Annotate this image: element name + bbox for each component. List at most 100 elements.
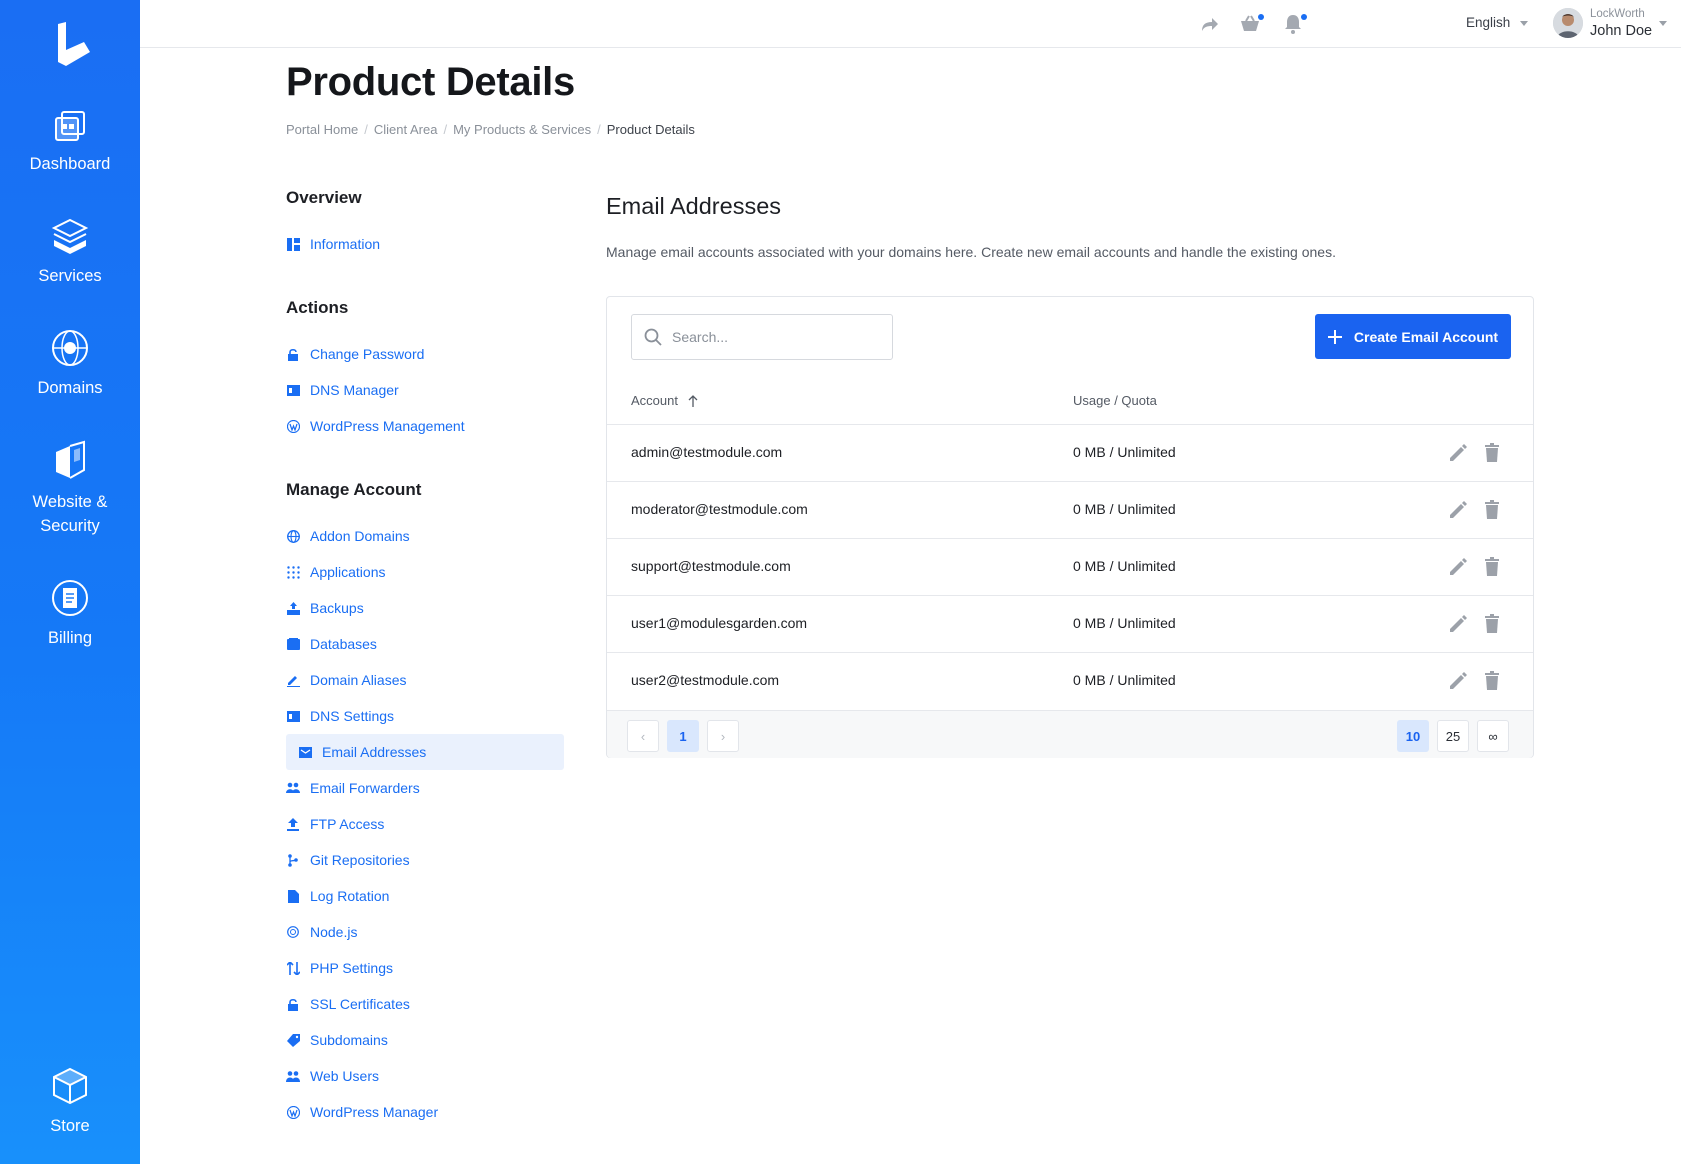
sidebar-item-php-settings[interactable]: PHP Settings <box>286 950 566 986</box>
services-icon <box>51 218 89 254</box>
sidebar-item-email-addresses[interactable]: Email Addresses <box>286 734 564 770</box>
edit-pencil-icon[interactable] <box>1447 613 1469 635</box>
sidebar-item-dns-manager[interactable]: DNS Manager <box>286 372 566 408</box>
pagination-next-button[interactable]: › <box>707 720 739 752</box>
wordpress-icon <box>286 419 300 433</box>
notification-badge-dot <box>1301 14 1307 20</box>
sidebar-item-label: Subdomains <box>310 1032 388 1048</box>
delete-trash-icon[interactable] <box>1481 613 1503 635</box>
sidebar-item-wordpress-manager[interactable]: WordPress Manager <box>286 1094 566 1130</box>
domains-icon <box>52 330 88 366</box>
edit-pencil-icon[interactable] <box>1447 499 1469 521</box>
breadcrumb-client-area[interactable]: Client Area <box>374 122 438 137</box>
sidebar-item-label: PHP Settings <box>310 960 394 976</box>
sidebar-item-web-users[interactable]: Web Users <box>286 1058 566 1094</box>
product-sidebar: Overview Information Actions Change Pass… <box>286 188 566 1130</box>
table-row[interactable]: moderator@testmodule.com 0 MB / Unlimite… <box>607 481 1533 538</box>
sidebar-item-log-rotation[interactable]: Log Rotation <box>286 878 566 914</box>
sidebar-item-dns-settings[interactable]: DNS Settings <box>286 698 566 734</box>
create-email-account-button[interactable]: Create Email Account <box>1315 314 1511 359</box>
account-email: user2@testmodule.com <box>631 672 780 688</box>
sidebar-item-email-forwarders[interactable]: Email Forwarders <box>286 770 566 806</box>
nav-billing[interactable]: Billing <box>0 578 140 650</box>
table-row[interactable]: support@testmodule.com 0 MB / Unlimited <box>607 538 1533 595</box>
breadcrumb-portal-home[interactable]: Portal Home <box>286 122 358 137</box>
search-box[interactable] <box>631 314 893 360</box>
sidebar-overview-title: Overview <box>286 188 362 207</box>
sidebar-item-label: Backups <box>310 600 364 616</box>
sidebar-item-label: SSL Certificates <box>310 996 410 1012</box>
nav-services[interactable]: Services <box>0 216 140 288</box>
basket-badge-dot <box>1258 14 1264 20</box>
account-email: moderator@testmodule.com <box>631 501 808 517</box>
sidebar-item-applications[interactable]: Applications <box>286 554 566 590</box>
user-avatar-icon <box>1553 8 1583 38</box>
page-size-10[interactable]: 10 <box>1397 720 1429 752</box>
file-icon <box>286 889 300 903</box>
delete-trash-icon[interactable] <box>1481 556 1503 578</box>
nav-website-security[interactable]: Website & Security <box>0 440 140 538</box>
edit-pencil-icon[interactable] <box>1447 556 1469 578</box>
user-menu-chevron-icon[interactable] <box>1659 21 1667 26</box>
sidebar-item-domain-aliases[interactable]: Domain Aliases <box>286 662 566 698</box>
delete-trash-icon[interactable] <box>1481 670 1503 692</box>
table-row[interactable]: user1@modulesgarden.com 0 MB / Unlimited <box>607 595 1533 652</box>
usage-quota: 0 MB / Unlimited <box>1073 558 1176 574</box>
email-accounts-table-card: Create Email Account Account Usage / Quo… <box>606 296 1534 758</box>
sidebar-item-backups[interactable]: Backups <box>286 590 566 626</box>
avatar[interactable] <box>1553 8 1583 38</box>
sidebar-item-label: Email Addresses <box>322 744 427 760</box>
column-header-account-label: Account <box>631 393 678 408</box>
pagination-prev-button[interactable]: ‹ <box>627 720 659 752</box>
sidebar-item-label: Email Forwarders <box>310 780 420 796</box>
sidebar-item-subdomains[interactable]: Subdomains <box>286 1022 566 1058</box>
sidebar-item-databases[interactable]: Databases <box>286 626 566 662</box>
user-name: John Doe <box>1590 23 1653 39</box>
apps-grid-icon <box>286 565 300 579</box>
sidebar-item-label: Log Rotation <box>310 888 390 904</box>
nav-dashboard-label: Dashboard <box>29 155 111 173</box>
sidebar-item-label: WordPress Management <box>310 418 465 434</box>
create-email-account-label: Create Email Account <box>1353 328 1499 345</box>
nav-store-label: Store <box>50 1117 90 1135</box>
dns-icon <box>286 709 300 723</box>
store-icon <box>53 1067 87 1105</box>
sidebar-item-addon-domains[interactable]: Addon Domains <box>286 518 566 554</box>
upload-icon <box>286 817 300 831</box>
user-menu[interactable]: LockWorth John Doe <box>1590 7 1652 41</box>
edit-pencil-icon[interactable] <box>1447 670 1469 692</box>
table-row[interactable]: user2@testmodule.com 0 MB / Unlimited <box>607 652 1533 709</box>
page-title: Product Details <box>286 60 575 104</box>
page-size-25[interactable]: 25 <box>1437 720 1469 752</box>
column-header-quota: Usage / Quota <box>1073 393 1157 408</box>
sidebar-item-wordpress-management[interactable]: WordPress Management <box>286 408 566 444</box>
forwarders-icon <box>286 781 300 795</box>
delete-trash-icon[interactable] <box>1481 442 1503 464</box>
nav-domains[interactable]: Domains <box>0 328 140 400</box>
delete-trash-icon[interactable] <box>1481 499 1503 521</box>
sidebar-item-nodejs[interactable]: Node.js <box>286 914 566 950</box>
tag-icon <box>286 1033 300 1047</box>
table-row[interactable]: admin@testmodule.com 0 MB / Unlimited <box>607 424 1533 481</box>
edit-pencil-icon[interactable] <box>1447 442 1469 464</box>
nav-store[interactable]: Store <box>0 1066 140 1138</box>
website-security-icon <box>56 440 85 479</box>
column-header-account[interactable]: Account <box>631 393 698 408</box>
nav-dashboard[interactable]: Dashboard <box>0 104 140 176</box>
sidebar-item-change-password[interactable]: Change Password <box>286 336 566 372</box>
sidebar-item-label: Git Repositories <box>310 852 410 868</box>
chevron-down-icon <box>1520 20 1529 26</box>
sidebar-item-git-repositories[interactable]: Git Repositories <box>286 842 566 878</box>
sidebar-item-ftp-access[interactable]: FTP Access <box>286 806 566 842</box>
search-input[interactable] <box>672 329 872 345</box>
account-email: admin@testmodule.com <box>631 444 783 460</box>
pagination-page-1[interactable]: 1 <box>667 720 699 752</box>
page-size-all[interactable]: ∞ <box>1477 720 1509 752</box>
sidebar-item-information[interactable]: Information <box>286 226 566 262</box>
breadcrumb-my-products[interactable]: My Products & Services <box>453 122 591 137</box>
sidebar-item-ssl-certificates[interactable]: SSL Certificates <box>286 986 566 1022</box>
brand-logo-icon[interactable] <box>50 22 92 68</box>
sidebar-item-label: DNS Settings <box>310 708 395 724</box>
language-selector[interactable]: English <box>1466 15 1529 30</box>
share-icon[interactable] <box>1198 12 1222 36</box>
